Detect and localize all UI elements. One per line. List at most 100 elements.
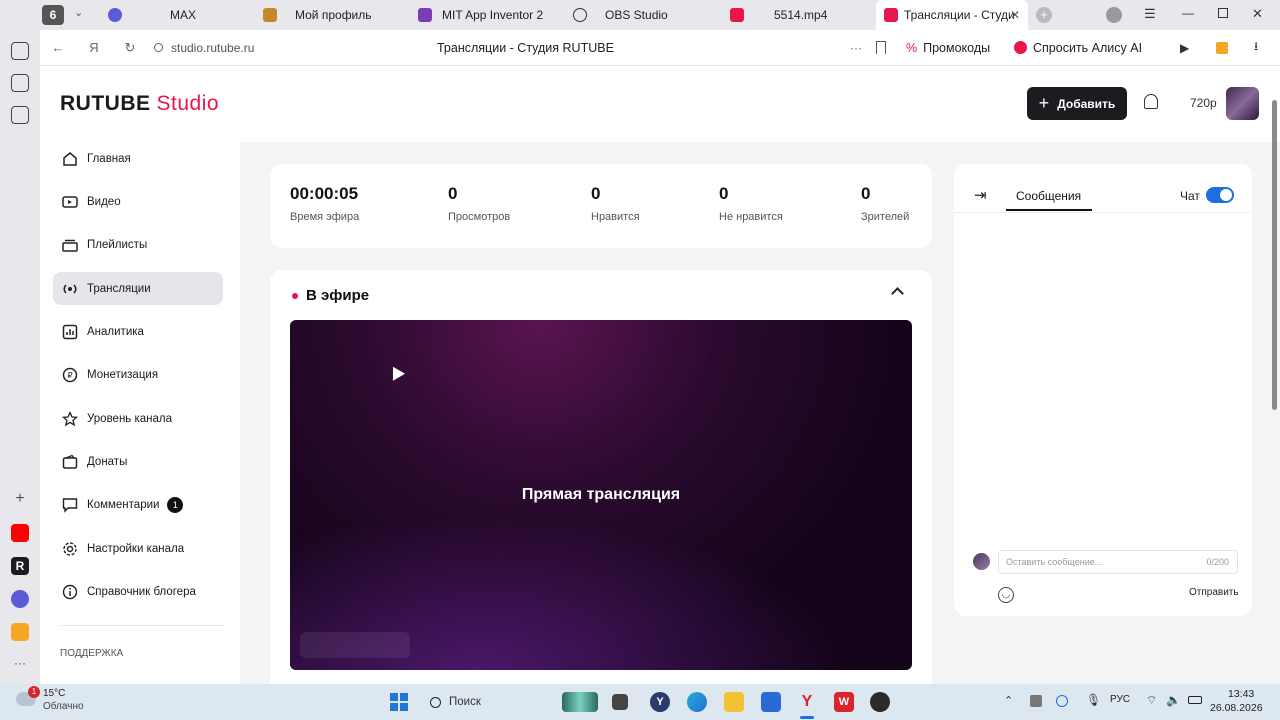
emoji-icon[interactable]: ◡ bbox=[998, 587, 1014, 603]
more-icon[interactable]: ··· bbox=[11, 656, 29, 674]
sidebar-item-label: Главная bbox=[87, 152, 131, 165]
sidebar-item-monetization[interactable]: ₽ Монетизация bbox=[53, 358, 223, 391]
battery-icon[interactable] bbox=[1188, 696, 1202, 704]
chevron-up-icon[interactable] bbox=[891, 287, 904, 300]
messenger-icon[interactable] bbox=[11, 590, 29, 608]
tab-counter[interactable]: 6 bbox=[42, 5, 64, 25]
profile-avatar[interactable] bbox=[1106, 7, 1122, 23]
close-icon[interactable]: ✕ bbox=[1010, 8, 1020, 22]
weather-temp: 15°C bbox=[43, 688, 66, 699]
sidebar-item-label: Донаты bbox=[87, 455, 128, 468]
send-button[interactable]: Отправить bbox=[1189, 587, 1239, 598]
bookmark-icon[interactable] bbox=[876, 41, 886, 54]
url-field[interactable]: studio.rutube.ru bbox=[154, 41, 254, 55]
microphone-icon[interactable]: 🎙 bbox=[1086, 693, 1101, 707]
new-tab-button[interactable]: + bbox=[1036, 7, 1052, 23]
alice-icon bbox=[1014, 41, 1027, 54]
media-icon[interactable]: ▶ bbox=[1180, 41, 1189, 55]
rutube-studio-logo[interactable]: RUTUBE Studio bbox=[60, 92, 219, 116]
folder-icon[interactable] bbox=[724, 692, 744, 712]
yandex-icon[interactable]: Y bbox=[650, 692, 670, 712]
notes-icon[interactable] bbox=[11, 106, 29, 124]
quality-indicator[interactable]: 720p bbox=[1190, 96, 1217, 110]
store-icon[interactable] bbox=[761, 692, 781, 712]
sidebar-item-playlists[interactable]: Плейлисты bbox=[53, 228, 223, 261]
playlist-icon bbox=[61, 236, 79, 254]
sidebar-item-analytics[interactable]: Аналитика bbox=[53, 315, 223, 348]
sidebar-item-label: Аналитика bbox=[87, 325, 144, 338]
tab-max[interactable]: MAX bbox=[100, 0, 250, 30]
sidebar-item-comments[interactable]: Комментарии 1 bbox=[53, 488, 223, 521]
char-counter: 0/200 bbox=[1206, 557, 1229, 567]
tab-app-inventor[interactable]: MIT App Inventor 2 bbox=[410, 0, 560, 30]
channel-avatar[interactable] bbox=[1226, 87, 1259, 120]
tray-app-icon[interactable] bbox=[1030, 695, 1042, 707]
windows-start-icon[interactable] bbox=[390, 693, 408, 711]
sidebar-item-donations[interactable]: Донаты bbox=[53, 445, 223, 478]
stat-value: 00:00:05 bbox=[290, 184, 359, 203]
chevron-down-icon[interactable]: ⌄ bbox=[74, 6, 83, 19]
chat-toggle[interactable] bbox=[1206, 187, 1234, 203]
sidebar-item-home[interactable]: Главная bbox=[53, 142, 223, 175]
menu-icon[interactable]: ☰ bbox=[1144, 6, 1156, 22]
maximize-button[interactable] bbox=[1218, 8, 1228, 18]
add-panel-icon[interactable]: + bbox=[11, 490, 29, 508]
profile-icon bbox=[263, 8, 277, 22]
tab-studio[interactable]: Трансляции - Студия ✕ bbox=[876, 0, 1028, 30]
yandex-browser-icon[interactable]: Y bbox=[797, 692, 817, 712]
tab-profile[interactable]: Мой профиль bbox=[255, 0, 405, 30]
sidebar-item-blogger-guide[interactable]: Справочник блогера bbox=[53, 575, 223, 608]
yandex-home-icon[interactable]: Я bbox=[84, 40, 104, 55]
volume-icon[interactable]: 🔈 bbox=[1166, 693, 1181, 707]
reload-icon[interactable]: ↻ bbox=[120, 40, 140, 56]
download-icon[interactable]: ⭳ bbox=[1254, 37, 1258, 58]
bell-icon[interactable] bbox=[1144, 94, 1158, 109]
tray-sync-icon[interactable] bbox=[1056, 695, 1068, 707]
youtube-icon[interactable] bbox=[11, 524, 29, 542]
minimize-button[interactable]: — bbox=[1182, 6, 1194, 20]
player-controls[interactable] bbox=[300, 632, 410, 658]
tab-obs[interactable]: OBS Studio bbox=[565, 0, 715, 30]
tab-messages[interactable]: Сообщения bbox=[1016, 189, 1081, 203]
promo-button[interactable]: % Промокоды bbox=[906, 41, 990, 55]
message-input[interactable]: Оставить сообщение... 0/200 bbox=[998, 550, 1238, 574]
tray-chevron-icon[interactable]: ⌃ bbox=[1004, 694, 1013, 707]
add-button[interactable]: + Добавить bbox=[1027, 87, 1127, 120]
sidebar-item-channel-settings[interactable]: Настройки канала bbox=[53, 532, 223, 565]
stream-player[interactable]: Прямая трансляция bbox=[290, 320, 912, 670]
wifi-icon[interactable]: ⌔ bbox=[1146, 693, 1157, 708]
counter-icon[interactable] bbox=[11, 74, 29, 92]
language-indicator[interactable]: РУС bbox=[1110, 694, 1130, 705]
stat-label: Просмотров bbox=[448, 211, 511, 223]
close-window-button[interactable]: ✕ bbox=[1252, 6, 1263, 22]
page-scrollbar[interactable] bbox=[1272, 100, 1277, 410]
sidebar-item-channel-level[interactable]: Уровень канала bbox=[53, 402, 223, 435]
back-icon[interactable]: ← bbox=[48, 40, 68, 55]
rutube-icon[interactable]: R bbox=[11, 557, 29, 575]
search-label: Поиск bbox=[449, 696, 481, 708]
sidebar-item-broadcasts[interactable]: Трансляции bbox=[53, 272, 223, 305]
extension-icon[interactable] bbox=[1216, 41, 1228, 54]
rutube-icon bbox=[730, 8, 744, 22]
file-manager-icon[interactable] bbox=[612, 694, 628, 710]
clock-time[interactable]: 13:43 bbox=[1228, 688, 1254, 700]
clock-date[interactable]: 26.08.2026 bbox=[1210, 702, 1263, 714]
tab-video[interactable]: 5514.mp4 bbox=[722, 0, 872, 30]
support-heading: ПОДДЕРЖКА bbox=[60, 648, 124, 659]
more-dots-icon[interactable]: ··· bbox=[850, 41, 862, 55]
mail-icon[interactable] bbox=[11, 623, 29, 641]
collections-icon[interactable] bbox=[11, 42, 29, 60]
sidebar-item-video[interactable]: Видео bbox=[53, 185, 223, 218]
wps-icon[interactable]: W bbox=[834, 692, 854, 712]
obs-taskbar-icon[interactable] bbox=[870, 692, 890, 712]
url-text: studio.rutube.ru bbox=[171, 40, 255, 55]
collapse-chat-icon[interactable]: ⇥ bbox=[974, 186, 987, 204]
search-box[interactable]: Поиск bbox=[424, 690, 544, 714]
alice-button[interactable]: Спросить Алису AI bbox=[1014, 41, 1142, 55]
sidebar-item-label: Монетизация bbox=[87, 368, 159, 381]
comments-badge: 1 bbox=[167, 496, 184, 513]
widgets-icon[interactable] bbox=[562, 692, 598, 712]
edge-icon[interactable] bbox=[687, 692, 707, 712]
chat-panel: ⇥ Сообщения Чат Оставить сообщение... 0/… bbox=[954, 164, 1252, 616]
live-header[interactable]: В эфире bbox=[292, 287, 369, 304]
